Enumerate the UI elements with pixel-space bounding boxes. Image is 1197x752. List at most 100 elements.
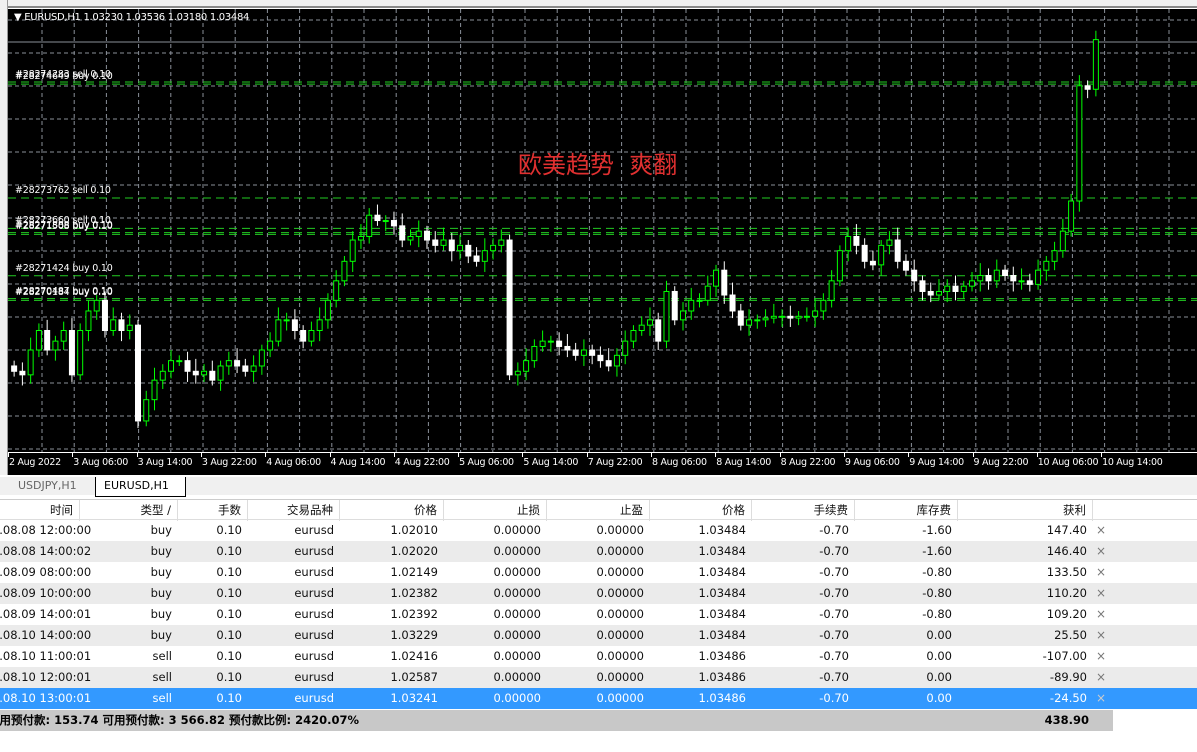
order-label: #28271508 buy 0.10 (15, 221, 113, 233)
column-header-price[interactable]: 价格 (340, 500, 444, 521)
column-header-time[interactable]: 时间 (0, 500, 80, 521)
close-order-icon[interactable]: × (1096, 541, 1106, 562)
dropdown-triangle-icon[interactable]: ▼ (14, 12, 24, 23)
bear-candle (927, 290, 934, 296)
column-header-commission[interactable]: 手续费 (752, 500, 855, 521)
close-order-icon[interactable]: × (1096, 604, 1106, 625)
bull-candle (341, 260, 348, 282)
cell-take-profit: 0.00000 (596, 523, 644, 537)
close-order-icon[interactable]: × (1096, 646, 1106, 667)
cell-time: 2022.08.08 12:00:00 (0, 523, 92, 537)
cell-price: 1.02392 (390, 607, 438, 621)
cell-stop-loss: 0.00000 (493, 691, 541, 705)
tab-usdjpy-h1[interactable]: USDJPY,H1 (10, 477, 94, 496)
cell-swap: 0.00 (926, 649, 952, 663)
bull-candle (316, 319, 323, 331)
bear-candle (721, 269, 728, 296)
close-order-icon[interactable]: × (1096, 667, 1106, 688)
bull-candle (35, 329, 42, 351)
bull-candle (1068, 200, 1075, 232)
table-row[interactable]: 2022.08.10 13:00:01 sell 0.10 eurusd 1.03241… (0, 688, 1197, 709)
column-header-profit[interactable]: 获利 (958, 500, 1093, 521)
column-header-symbol[interactable]: 交易品种 (248, 500, 340, 521)
bear-candle (291, 319, 298, 331)
bull-candle (795, 315, 802, 319)
cell-profit: 109.20 (1046, 607, 1087, 621)
time-label: 9 Aug 14:00 (909, 457, 964, 468)
bull-candle (969, 280, 976, 287)
bear-candle (1010, 275, 1017, 282)
time-label: 3 Aug 22:00 (201, 457, 257, 468)
time-label: 2 Aug 2022 (9, 457, 61, 468)
bear-candle (597, 354, 604, 362)
time-label: 4 Aug 14:00 (330, 457, 386, 468)
table-row[interactable]: 2022.08.10 11:00:01 sell 0.10 eurusd 1.02416… (0, 646, 1197, 667)
table-row[interactable]: 2022.08.08 14:00:02 buy 0.10 eurusd 1.02020 0… (0, 541, 1197, 562)
time-axis: 2 Aug 2022 3 Aug 06:00 3 Aug 14:00 3 Aug 22… (8, 452, 1197, 472)
column-header-lots[interactable]: 手数 (178, 500, 248, 521)
bear-candle (902, 260, 909, 271)
close-order-icon[interactable]: × (1096, 562, 1106, 583)
bull-candle (275, 319, 282, 342)
column-header-type[interactable]: 类型 / (80, 500, 178, 521)
close-order-icon[interactable]: × (1096, 688, 1106, 709)
bear-candle (572, 349, 579, 356)
time-label: 5 Aug 06:00 (459, 457, 514, 468)
time-label: 9 Aug 22:00 (973, 457, 1029, 468)
column-header-stop-loss[interactable]: 止损 (444, 500, 547, 521)
bull-candle (77, 329, 84, 376)
close-order-icon[interactable]: × (1096, 625, 1106, 646)
cell-take-profit: 0.00000 (596, 565, 644, 579)
bull-candle (258, 349, 265, 367)
cell-commission: -0.70 (819, 565, 849, 579)
cell-lots: 0.10 (216, 628, 242, 642)
table-row[interactable]: 2022.08.08 12:00:00 buy 0.10 eurusd 1.02010 0… (0, 520, 1197, 541)
bear-candle (671, 290, 678, 321)
bear-candle (134, 324, 141, 422)
table-row[interactable]: 2022.08.09 08:00:00 buy 0.10 eurusd 1.02149 0… (0, 562, 1197, 583)
close-order-icon[interactable]: × (1096, 520, 1106, 541)
bull-candle (613, 354, 620, 367)
bull-candle (531, 345, 538, 362)
cell-commission: -0.70 (819, 670, 849, 684)
table-row[interactable]: 2022.08.10 14:00:00 buy 0.10 eurusd 1.03229 0… (0, 625, 1197, 646)
bear-candle (209, 370, 216, 381)
cell-symbol: eurusd (294, 523, 334, 537)
tab-eurusd-h1[interactable]: EURUSD,H1 (95, 477, 186, 497)
bear-candle (605, 360, 612, 367)
cell-time: 2022.08.10 11:00:01 (0, 649, 92, 663)
table-row[interactable]: 2022.08.10 12:00:01 sell 0.10 eurusd 1.02587… (0, 667, 1197, 688)
bull-candle (168, 360, 175, 372)
bear-candle (68, 329, 75, 376)
cell-time: 2022.08.10 13:00:01 (0, 691, 92, 705)
bull-candle (349, 239, 356, 262)
table-row[interactable]: 2022.08.09 10:00:00 buy 0.10 eurusd 1.02382 0… (0, 583, 1197, 604)
bull-candle (1092, 39, 1099, 90)
bull-candle (762, 317, 769, 321)
cell-stop-loss: 0.00000 (493, 586, 541, 600)
bear-candle (432, 239, 439, 246)
close-order-icon[interactable]: × (1096, 583, 1106, 604)
bull-candle (407, 235, 414, 241)
cell-lots: 0.10 (216, 649, 242, 663)
bull-candle (382, 220, 389, 223)
bull-candle (886, 239, 893, 246)
cell-lots: 0.10 (216, 691, 242, 705)
table-header: 时间 类型 / 手数 交易品种 价格 止损 止盈 价格 手续费 库存费 获利 (0, 499, 1197, 521)
table-row[interactable]: 2022.08.09 14:00:01 buy 0.10 eurusd 1.02392 0… (0, 604, 1197, 625)
column-header-take-profit[interactable]: 止盈 (547, 500, 650, 521)
bull-candle (1051, 250, 1058, 262)
column-header-swap[interactable]: 库存费 (855, 500, 958, 521)
bull-candle (333, 280, 340, 301)
bear-candle (1002, 269, 1009, 277)
cell-price: 1.02020 (390, 544, 438, 558)
cell-type: sell (152, 649, 172, 663)
time-label: 10 Aug 14:00 (1102, 457, 1163, 468)
bull-candle (935, 290, 942, 296)
cell-lots: 0.10 (216, 523, 242, 537)
bear-candle (894, 239, 901, 262)
cell-symbol: eurusd (294, 586, 334, 600)
cell-take-profit: 0.00000 (596, 649, 644, 663)
price-chart[interactable]: ▼ EURUSD,H1 1.03230 1.03536 1.03180 1.03… (8, 9, 1197, 475)
column-header-current-price[interactable]: 价格 (650, 500, 752, 521)
